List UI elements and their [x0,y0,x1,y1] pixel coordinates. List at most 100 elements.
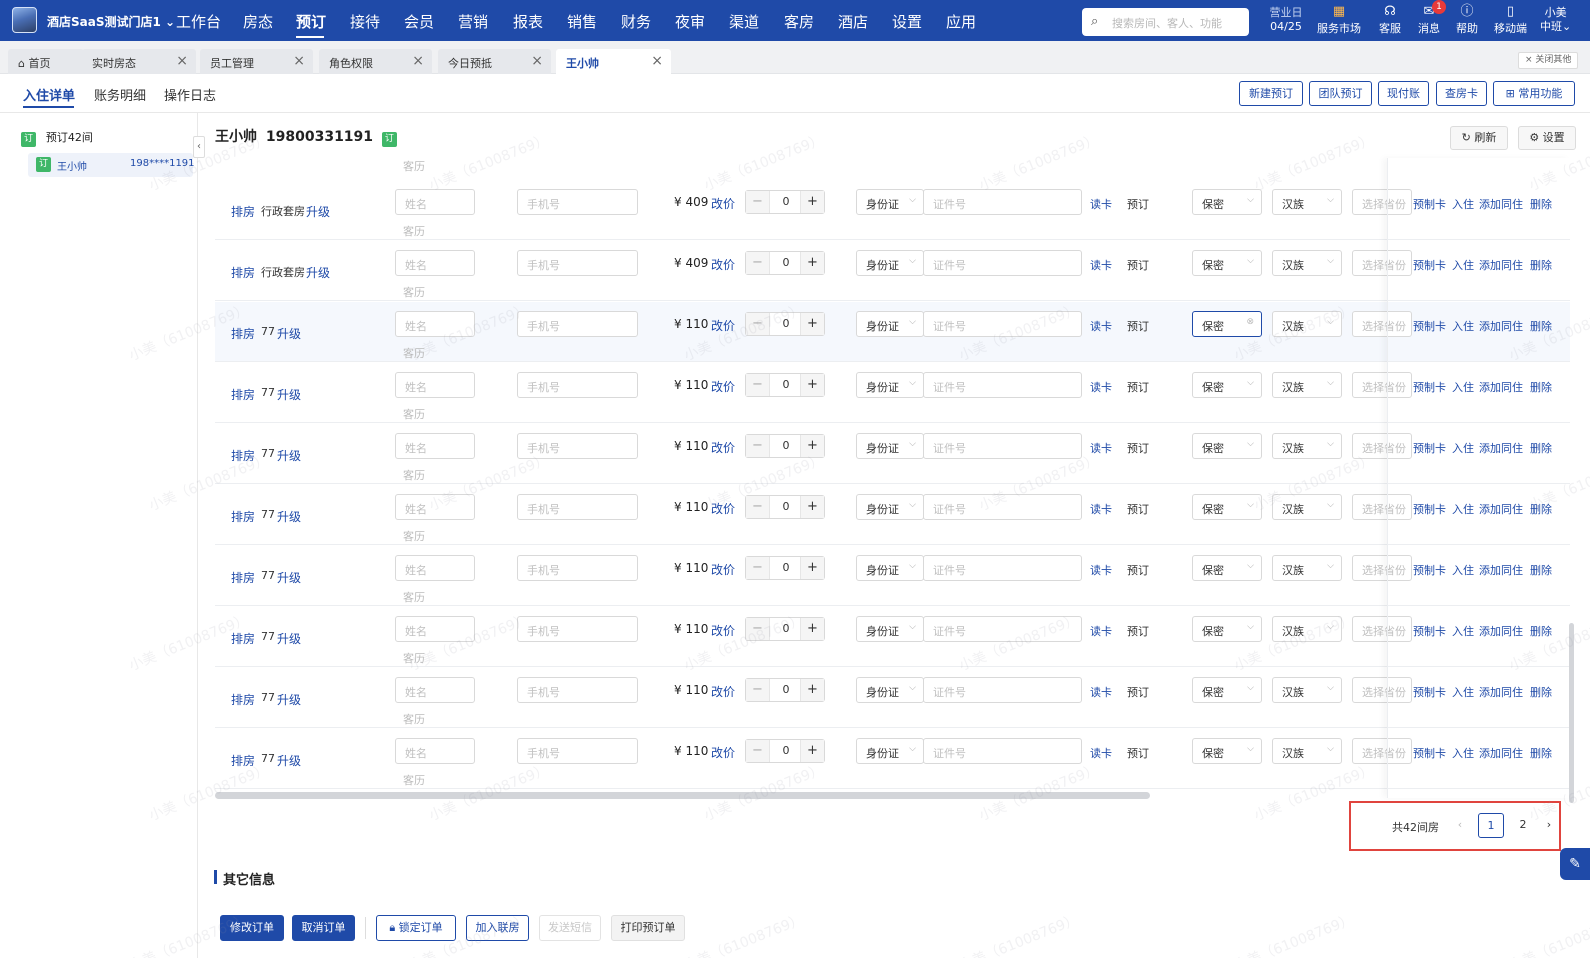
assign-room-link[interactable]: 排房 [231,386,255,403]
plus-icon[interactable]: + [800,679,824,701]
privacy-select[interactable]: 保密 ⊗ [1192,311,1262,337]
next-page-button[interactable]: › [1542,813,1556,838]
guest-name-input[interactable]: 姓名 [395,311,475,337]
minus-icon[interactable]: − [746,252,770,274]
sidebar-item-guest[interactable]: 订 王小帅 198****1191 [28,153,195,177]
quantity-stepper[interactable]: −0 + [745,251,825,275]
read-card-link[interactable]: 读卡 [1090,623,1112,639]
check-room-card-button[interactable]: 查房卡 [1436,81,1487,106]
quantity-stepper[interactable]: −0 + [745,434,825,458]
quantity-stepper[interactable]: −0 + [745,739,825,763]
tab-guest-detail[interactable]: 王小帅 × [556,49,671,74]
customer-service-button[interactable]: ☊ 客服 [1379,4,1401,36]
ethnicity-select[interactable]: 汉族 ⌵ [1272,616,1342,642]
plus-icon[interactable]: + [800,435,824,457]
group-reservation-button[interactable]: 团队预订 [1309,81,1372,106]
id-type-select[interactable]: 身份证 ⌵ [856,311,924,337]
upgrade-link[interactable]: 升级 [306,203,330,220]
minus-icon[interactable]: − [746,618,770,640]
read-card-link[interactable]: 读卡 [1090,257,1112,273]
id-type-select[interactable]: 身份证 ⌵ [856,189,924,215]
phone-input[interactable]: 手机号 [517,189,638,215]
minus-icon[interactable]: − [746,191,770,213]
lock-order-button[interactable]: 🔒︎ 锁定订单 [376,915,456,941]
id-type-select[interactable]: 身份证 ⌵ [856,494,924,520]
assign-room-link[interactable]: 排房 [231,630,255,647]
assign-room-link[interactable]: 排房 [231,325,255,342]
clear-icon[interactable]: ⊗ [1246,317,1254,327]
nav-item-reports[interactable]: 报表 [513,11,543,32]
tab-role-permissions[interactable]: 角色权限 × [319,49,432,74]
modify-order-button[interactable]: 修改订单 [220,915,284,941]
guest-name-input[interactable]: 姓名 [395,372,475,398]
plus-icon[interactable]: + [800,313,824,335]
id-number-input[interactable]: 证件号 [923,372,1082,398]
upgrade-link[interactable]: 升级 [277,691,301,708]
nav-item-settings[interactable]: 设置 [892,11,922,32]
nav-item-finance[interactable]: 财务 [621,11,651,32]
change-price-link[interactable]: 改价 [711,744,735,761]
phone-input[interactable]: 手机号 [517,433,638,459]
upgrade-link[interactable]: 升级 [277,569,301,586]
minus-icon[interactable]: − [746,740,770,762]
ethnicity-select[interactable]: 汉族 ⌵ [1272,311,1342,337]
phone-input[interactable]: 手机号 [517,494,638,520]
service-market-button[interactable]: ▦ 服务市场 [1317,4,1361,36]
nav-item-member[interactable]: 会员 [404,11,434,32]
id-type-select[interactable]: 身份证 ⌵ [856,372,924,398]
common-functions-button[interactable]: ⊞ 常用功能 [1493,81,1575,106]
id-type-select[interactable]: 身份证 ⌵ [856,616,924,642]
phone-input[interactable]: 手机号 [517,250,638,276]
id-number-input[interactable]: 证件号 [923,555,1082,581]
phone-input[interactable]: 手机号 [517,738,638,764]
minus-icon[interactable]: − [746,557,770,579]
assign-room-link[interactable]: 排房 [231,264,255,281]
ethnicity-select[interactable]: 汉族 ⌵ [1272,372,1342,398]
ethnicity-select[interactable]: 汉族 ⌵ [1272,677,1342,703]
minus-icon[interactable]: − [746,374,770,396]
quantity-stepper[interactable]: −0 + [745,495,825,519]
nav-item-channel[interactable]: 渠道 [729,11,759,32]
subtab-operation-log[interactable]: 操作日志 [164,85,216,104]
guest-name-input[interactable]: 姓名 [395,677,475,703]
plus-icon[interactable]: + [800,496,824,518]
quantity-stepper[interactable]: −0 + [745,190,825,214]
nav-item-sales[interactable]: 销售 [567,11,597,32]
horizontal-scrollbar[interactable] [215,792,1150,799]
tab-realtime-room-status[interactable]: 实时房态 × [82,49,196,74]
quantity-stepper[interactable]: −0 + [745,556,825,580]
id-number-input[interactable]: 证件号 [923,433,1082,459]
close-icon[interactable]: × [531,53,543,69]
read-card-link[interactable]: 读卡 [1090,684,1112,700]
upgrade-link[interactable]: 升级 [277,630,301,647]
tab-today-arrivals[interactable]: 今日预抵 × [438,49,551,74]
minus-icon[interactable]: − [746,435,770,457]
ethnicity-select[interactable]: 汉族 ⌵ [1272,189,1342,215]
plus-icon[interactable]: + [800,374,824,396]
id-number-input[interactable]: 证件号 [923,189,1082,215]
upgrade-link[interactable]: 升级 [306,264,330,281]
close-icon[interactable]: × [412,53,424,69]
id-number-input[interactable]: 证件号 [923,311,1082,337]
guest-name-input[interactable]: 姓名 [395,555,475,581]
change-price-link[interactable]: 改价 [711,195,735,212]
tab-home[interactable]: ⌂ 首页 [8,49,84,74]
privacy-select[interactable]: 保密 ⌵ [1192,616,1262,642]
assign-room-link[interactable]: 排房 [231,203,255,220]
nav-item-marketing[interactable]: 营销 [458,11,488,32]
new-reservation-button[interactable]: 新建预订 [1239,81,1303,106]
guest-name-input[interactable]: 姓名 [395,250,475,276]
guest-name-input[interactable]: 姓名 [395,494,475,520]
privacy-select[interactable]: 保密 ⌵ [1192,433,1262,459]
assign-room-link[interactable]: 排房 [231,691,255,708]
read-card-link[interactable]: 读卡 [1090,318,1112,334]
read-card-link[interactable]: 读卡 [1090,440,1112,456]
id-number-input[interactable]: 证件号 [923,616,1082,642]
phone-input[interactable]: 手机号 [517,616,638,642]
read-card-link[interactable]: 读卡 [1090,562,1112,578]
minus-icon[interactable]: − [746,496,770,518]
cancel-order-button[interactable]: 取消订单 [292,915,355,941]
subtab-checkin-details[interactable]: 入住详单 [23,85,75,104]
privacy-select[interactable]: 保密 ⌵ [1192,494,1262,520]
subtab-billing-details[interactable]: 账务明细 [94,85,146,104]
